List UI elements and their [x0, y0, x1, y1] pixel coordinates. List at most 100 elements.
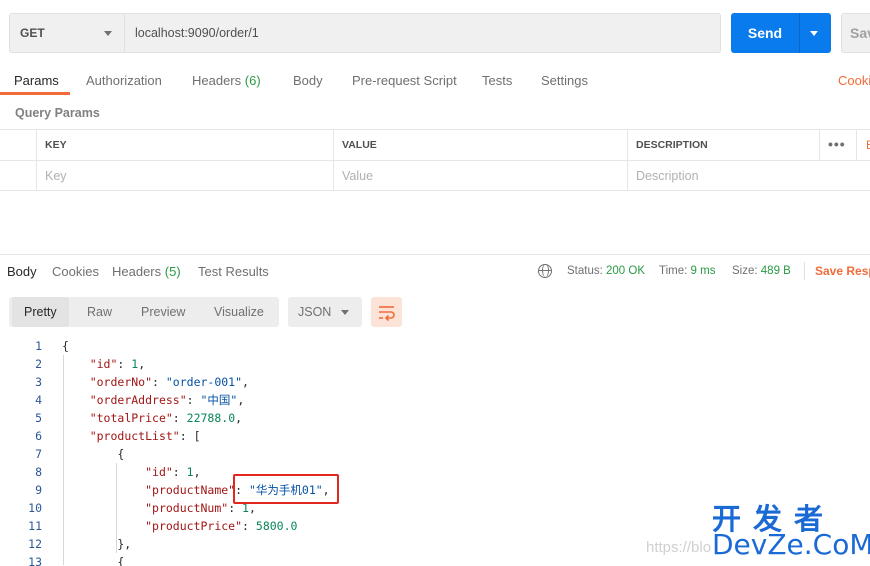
code-text: {	[62, 339, 69, 353]
save-label: Sav	[850, 25, 870, 41]
request-tabs: Params Authorization Headers (6) Body Pr…	[0, 64, 870, 96]
chevron-down-icon	[104, 31, 112, 36]
code-text: "productList": [	[89, 429, 201, 443]
code-line: 8 "id": 1,	[0, 463, 870, 481]
status-value: 200 OK	[606, 265, 646, 277]
tab-settings[interactable]: Settings	[541, 73, 588, 88]
language-label: JSON	[298, 305, 332, 319]
indent-guide	[63, 355, 64, 565]
tab-pre-request-script[interactable]: Pre-request Script	[352, 73, 457, 88]
code-text: "orderNo": "order-001",	[89, 375, 249, 389]
time-value: 9 ms	[690, 265, 716, 277]
send-divider	[799, 13, 800, 53]
response-tab-test-results[interactable]: Test Results	[198, 264, 269, 279]
tab-label: Headers	[192, 73, 242, 88]
wrap-lines-button[interactable]	[371, 297, 402, 327]
size-readout: Size: 489 B	[732, 265, 791, 277]
active-tab-indicator	[0, 92, 70, 95]
tab-params[interactable]: Params	[14, 73, 59, 88]
line-number: 12	[28, 537, 42, 551]
value-input[interactable]: Value	[333, 161, 628, 191]
status-label: Status:	[567, 265, 603, 277]
line-number: 6	[35, 429, 42, 443]
code-line: 4 "orderAddress": "中国",	[0, 391, 870, 409]
tab-count: (5)	[164, 264, 181, 279]
column-header-key: KEY	[36, 130, 334, 160]
tab-label: Tests	[482, 73, 513, 88]
tab-label: Pre-request Script	[352, 73, 457, 88]
tab-headers[interactable]: Headers (6)	[192, 73, 261, 88]
chevron-down-icon	[341, 310, 349, 315]
description-input[interactable]: Description	[627, 161, 870, 191]
size-label: Size:	[732, 265, 758, 277]
send-button[interactable]: Send	[731, 13, 831, 53]
code-text: "orderAddress": "中国",	[89, 393, 245, 407]
response-tab-body[interactable]: Body	[7, 264, 37, 279]
tab-label: Params	[14, 73, 59, 88]
tab-authorization[interactable]: Authorization	[86, 73, 162, 88]
code-text: "productPrice": 5800.0	[145, 519, 298, 533]
code-text: {	[62, 447, 125, 461]
format-preview[interactable]: Preview	[129, 297, 197, 327]
code-line: 5 "totalPrice": 22788.0,	[0, 409, 870, 427]
code-text: {	[62, 555, 125, 566]
indent-guide	[116, 463, 117, 553]
url-input[interactable]: localhost:9090/order/1	[125, 13, 721, 53]
line-number: 1	[35, 339, 42, 353]
watermark-url: https://blo	[646, 539, 712, 556]
line-number: 7	[35, 447, 42, 461]
method-select[interactable]: GET	[9, 13, 125, 53]
more-options-icon[interactable]: •••	[828, 137, 846, 151]
line-number: 3	[35, 375, 42, 389]
bulk-edit-link[interactable]: B	[866, 138, 870, 152]
globe-icon[interactable]	[538, 264, 552, 278]
save-button[interactable]: Sav	[841, 13, 870, 53]
format-tabs: Pretty Raw Preview Visualize	[9, 297, 279, 327]
line-number: 8	[35, 465, 42, 479]
line-number: 11	[28, 519, 42, 533]
status-divider	[804, 262, 805, 280]
tab-count: (6)	[244, 73, 261, 88]
response-tab-headers[interactable]: Headers (5)	[112, 264, 181, 279]
format-pretty[interactable]: Pretty	[12, 297, 69, 327]
tab-body[interactable]: Body	[293, 73, 323, 88]
status-readout: Status: 200 OK	[567, 265, 645, 277]
chevron-down-icon[interactable]	[810, 30, 818, 36]
tab-label: Body	[293, 73, 323, 88]
table-row: Key Value Description	[0, 161, 870, 192]
code-text: "productNum": 1,	[145, 501, 256, 515]
time-readout: Time: 9 ms	[659, 265, 715, 277]
time-label: Time:	[659, 265, 688, 277]
line-number: 5	[35, 411, 42, 425]
highlight-box	[233, 474, 339, 504]
key-input[interactable]: Key	[36, 161, 334, 191]
line-number: 9	[35, 483, 42, 497]
code-line: 2 "id": 1,	[0, 355, 870, 373]
column-header-value: VALUE	[333, 130, 628, 160]
line-number: 13	[28, 555, 42, 566]
line-number: 4	[35, 393, 42, 407]
save-response-button[interactable]: Save Resp	[815, 264, 870, 278]
tab-label: Settings	[541, 73, 588, 88]
code-text: "totalPrice": 22788.0,	[89, 411, 243, 425]
query-params-title: Query Params	[15, 106, 100, 120]
wrap-lines-icon	[379, 306, 395, 322]
code-line: 3 "orderNo": "order-001",	[0, 373, 870, 391]
send-label: Send	[747, 25, 783, 41]
format-raw[interactable]: Raw	[75, 297, 124, 327]
url-value: localhost:9090/order/1	[135, 26, 259, 40]
params-table: KEY VALUE DESCRIPTION ••• B Key Value De…	[0, 129, 870, 191]
line-number: 2	[35, 357, 42, 371]
tab-label: Headers	[112, 264, 162, 279]
response-tab-cookies[interactable]: Cookies	[52, 264, 99, 279]
size-value: 489 B	[760, 265, 791, 277]
cookies-link[interactable]: Cooki	[838, 73, 870, 88]
line-number: 10	[28, 501, 42, 515]
language-select[interactable]: JSON	[288, 297, 362, 327]
tab-tests[interactable]: Tests	[482, 73, 512, 88]
column-header-description: DESCRIPTION	[627, 130, 820, 160]
method-label: GET	[20, 26, 45, 40]
watermark-logo-bottom: DevZe.CoM	[712, 528, 870, 561]
format-visualize[interactable]: Visualize	[202, 297, 276, 327]
code-line: 7 {	[0, 445, 870, 463]
